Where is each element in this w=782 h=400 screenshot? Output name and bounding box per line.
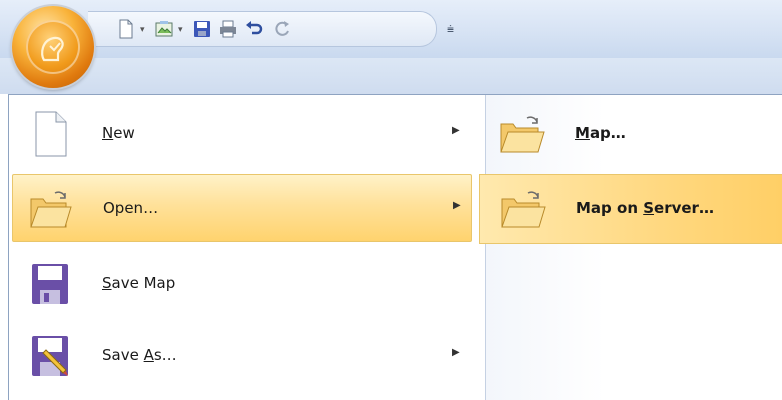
submenu-item-label: Map… <box>575 124 626 142</box>
office-orb-icon <box>26 20 80 74</box>
new-dropdown-arrow-icon[interactable]: ▾ <box>140 25 145 35</box>
submenu-arrow-icon: ▶ <box>453 200 461 211</box>
new-document-icon <box>35 111 67 157</box>
open-map-icon[interactable] <box>154 19 174 39</box>
submenu-item-map[interactable]: Map… <box>479 100 782 170</box>
menu-item-label: New <box>102 124 135 142</box>
quick-access-toolbar: ▾ ▾ <box>88 11 437 47</box>
redo-icon[interactable] <box>272 19 292 39</box>
title-bar-lower <box>0 58 782 94</box>
submenu-item-map-on-server[interactable]: Map on Server… <box>479 174 782 244</box>
save-as-icon <box>32 336 68 376</box>
save-icon[interactable] <box>192 19 212 39</box>
menu-item-save-map[interactable]: Save Map <box>12 250 472 318</box>
open-dropdown-arrow-icon[interactable]: ▾ <box>178 25 183 35</box>
menu-item-save-as[interactable]: Save As… ▶ <box>12 322 472 390</box>
open-folder-icon <box>500 116 545 153</box>
submenu-arrow-icon: ▶ <box>452 125 460 136</box>
submenu-item-label: Map on Server… <box>576 199 714 217</box>
undo-icon[interactable] <box>244 19 264 39</box>
open-folder-icon <box>501 191 546 228</box>
menu-item-new[interactable]: New ▶ <box>12 100 472 168</box>
print-icon[interactable] <box>218 19 238 39</box>
new-document-icon[interactable] <box>116 19 136 39</box>
menu-item-label: Open… <box>103 199 159 217</box>
office-button[interactable] <box>12 6 94 88</box>
open-folder-icon <box>30 191 72 228</box>
menu-item-label: Save Map <box>102 274 176 292</box>
customize-toolbar-icon[interactable]: ⩧ <box>447 22 454 37</box>
menu-item-open[interactable]: Open… ▶ <box>12 174 472 242</box>
submenu-arrow-icon: ▶ <box>452 347 460 358</box>
menu-item-label: Save As… <box>102 346 177 364</box>
save-icon <box>32 264 68 304</box>
